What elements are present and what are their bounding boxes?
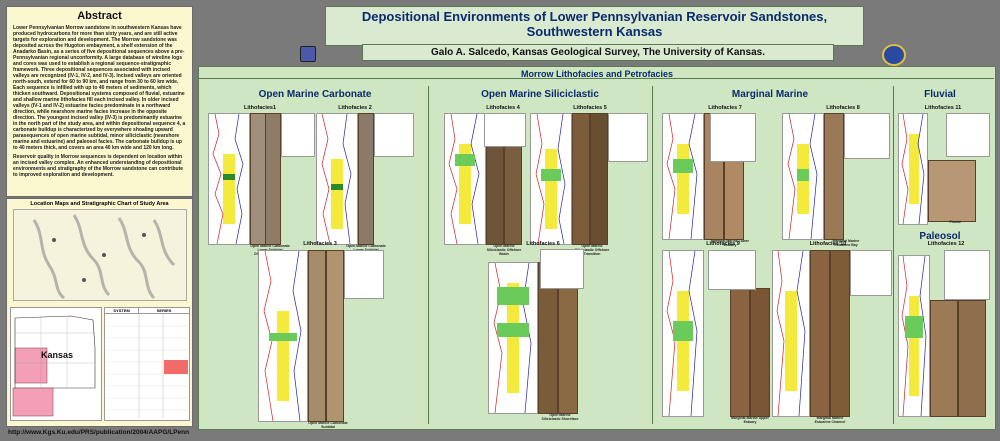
lf10-description (850, 250, 892, 296)
lf1-description (281, 113, 315, 157)
lf2-core (358, 113, 374, 245)
lf4-log (444, 113, 486, 245)
lithofacies-10-label: Lithofacies 10 (809, 241, 847, 247)
lf10-caption: Marginal Marine Estuarine Channel (814, 416, 846, 424)
lf4-description (484, 113, 526, 147)
lithofacies-5-label: Lithofacies 5 (573, 105, 607, 111)
lf5-core-2 (590, 113, 608, 245)
lf9-log (662, 250, 704, 417)
lf12-log (898, 255, 930, 417)
abstract-paragraph-1: Lower Pennsylvanian Morrow sandstone in … (13, 25, 186, 151)
lf2-log (316, 113, 358, 245)
divider-1 (428, 86, 429, 424)
abstract-panel: Abstract Lower Pennsylvanian Morrow sand… (6, 6, 193, 197)
lf8-core (824, 113, 844, 240)
lf11-core (928, 160, 976, 222)
abstract-paragraph-2: Reservoir quality in Morrow sequences is… (13, 154, 184, 178)
logo-right (882, 44, 906, 66)
lithofacies-4-label: Lithofacies 4 (486, 105, 520, 111)
section-marginal-marine: Marginal Marine (731, 89, 809, 100)
lf7-log (662, 113, 704, 240)
author-box: Galo A. Salcedo, Kansas Geological Surve… (362, 44, 834, 61)
chart-header-system: SYSTEM (113, 308, 130, 313)
lf11-log (898, 113, 928, 225)
lf3-core (308, 250, 326, 422)
chart-header-series: SERIES (138, 308, 189, 313)
lf9-caption: Marginal Marine Upper Estuary (731, 416, 769, 424)
lithofacies-8-label: Lithofacies 8 (826, 105, 860, 111)
divider-3 (893, 86, 894, 424)
lithofacies-12-label: Lithofacies 12 (927, 241, 965, 247)
lf11-caption: Fluvial (949, 220, 961, 224)
lf3-caption: Open Marine Carbonate Subtidal (308, 421, 348, 429)
location-panel: Location Maps and Stratigraphic Chart of… (6, 198, 193, 427)
lf12-core-2 (958, 300, 986, 417)
location-heading: Location Maps and Stratigraphic Chart of… (30, 201, 169, 207)
lf1-core (250, 113, 266, 245)
lf8-description (844, 113, 890, 159)
lithofacies-1-label: Lithofacies1 (243, 105, 277, 111)
footer-url[interactable]: http://www.Kgs.Ku.edu/PRS/publication/20… (8, 429, 189, 436)
kansas-label: Kansas (41, 350, 74, 360)
lf9-core-2 (750, 288, 770, 417)
lithofacies-6-label: Lithofacies 6 (526, 241, 560, 247)
lf6-caption: Open Marine Siliciclastic Shoreface (541, 413, 579, 421)
location-map (13, 209, 187, 301)
main-heading-rule (199, 78, 994, 79)
abstract-heading: Abstract (77, 10, 122, 22)
lf12-description (944, 250, 990, 300)
lf1-core-2 (265, 113, 281, 245)
stratigraphic-chart: SYSTEM SERIES (104, 307, 190, 421)
lithofacies-3-label: Lithofacies 3 (303, 241, 337, 247)
lithofacies-11-label: Lithofacies 11 (924, 105, 962, 111)
lf9-description (708, 250, 756, 290)
map-svg (14, 210, 186, 300)
lf8-log (782, 113, 824, 240)
lf5-core (572, 113, 590, 245)
lf10-core (810, 250, 830, 417)
lf9-core (730, 288, 750, 417)
kansas-map: Kansas (10, 307, 102, 421)
logo-left (300, 46, 316, 62)
lf2-description (374, 113, 414, 157)
lf10-core-2 (830, 250, 850, 417)
lf7-description (710, 113, 756, 162)
lf12-core (930, 300, 958, 417)
title-line-1: Depositional Environments of Lower Penns… (361, 9, 828, 24)
lf3-description (344, 250, 384, 299)
lf11-description (946, 113, 990, 157)
header-title-box: Depositional Environments of Lower Penns… (325, 6, 864, 46)
lf5-log (530, 113, 572, 245)
lf6-log (488, 262, 538, 414)
lf3-log (258, 250, 308, 422)
section-open-marine-siliciclastic: Open Marine Siliciclastic (481, 89, 599, 100)
lf5-description (608, 113, 648, 162)
lf6-description (540, 249, 584, 289)
author-line: Galo A. Salcedo, Kansas Geological Surve… (430, 47, 765, 58)
section-fluvial: Fluvial (924, 89, 956, 100)
section-open-marine-carbonate: Open Marine Carbonate (258, 89, 372, 100)
lithofacies-7-label: Lithofacies 7 (708, 105, 742, 111)
divider-2 (652, 86, 653, 424)
lithofacies-2-label: Lithofacies 2 (338, 105, 372, 111)
lf1-log (208, 113, 250, 245)
title-line-2: Southwestern Kansas (526, 24, 663, 39)
lithofacies-9-label: Lithofacies 9 (706, 241, 740, 247)
lf3-core-2 (326, 250, 344, 422)
lf10-log (772, 250, 810, 417)
